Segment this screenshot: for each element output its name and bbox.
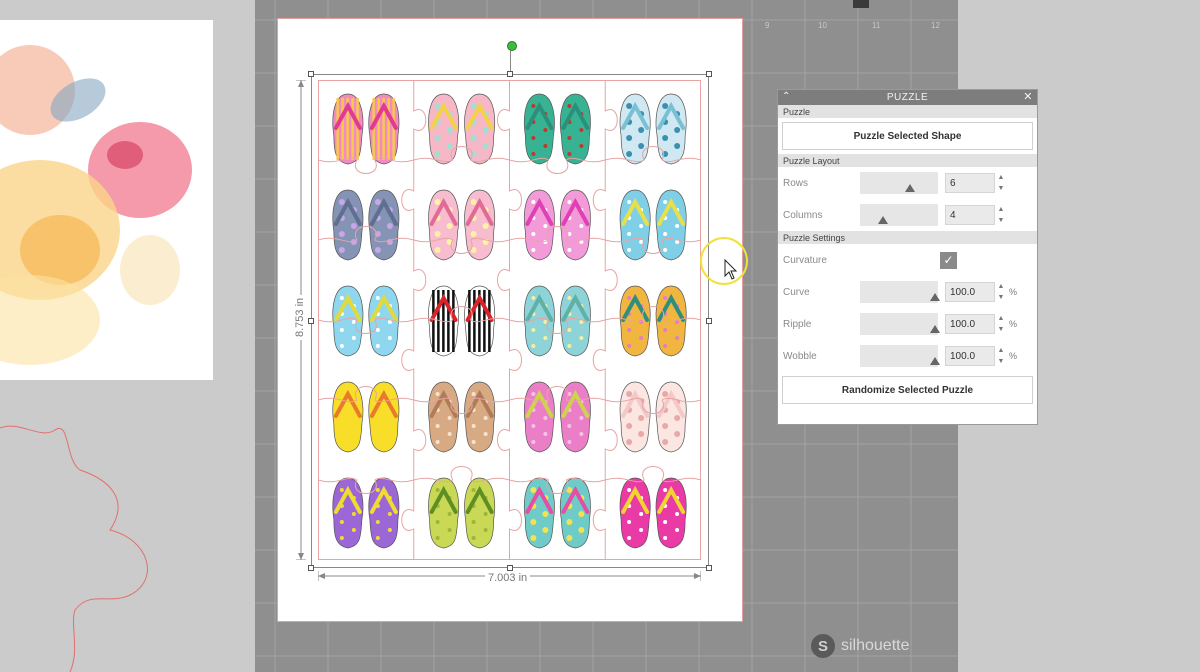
- ripple-label: Ripple: [783, 318, 812, 330]
- selection-box[interactable]: [311, 74, 709, 568]
- ripple-slider[interactable]: [860, 313, 940, 335]
- down-arrow-icon[interactable]: ▼: [998, 357, 1005, 366]
- curve-slider-thumb[interactable]: [930, 293, 940, 301]
- wobble-unit: %: [1009, 351, 1018, 361]
- silhouette-logo-icon: S: [811, 634, 835, 658]
- mat-ruler-number: 10: [818, 21, 827, 30]
- wobble-slider[interactable]: [860, 345, 940, 367]
- resize-handle-left[interactable]: [308, 318, 314, 324]
- wobble-spinner[interactable]: ▲ ▼: [997, 346, 1005, 366]
- resize-handle-top-right[interactable]: [706, 71, 712, 77]
- resize-handle-top[interactable]: [507, 71, 513, 77]
- rotation-line: [510, 50, 511, 72]
- wobble-slider-thumb[interactable]: [930, 357, 940, 365]
- curve-spinner[interactable]: ▲ ▼: [997, 282, 1005, 302]
- up-arrow-icon[interactable]: ▲: [998, 205, 1005, 214]
- up-arrow-icon[interactable]: ▲: [998, 173, 1005, 182]
- puzzle-selected-shape-button[interactable]: Puzzle Selected Shape: [782, 122, 1033, 150]
- brand-text: silhouette: [841, 637, 910, 654]
- curvature-row: Curvature ✓: [778, 244, 1037, 276]
- ripple-slider-thumb[interactable]: [930, 325, 940, 333]
- ripple-row: Ripple 100.0 ▲ ▼ %: [778, 308, 1037, 340]
- up-arrow-icon[interactable]: ▲: [998, 346, 1005, 355]
- panel-titlebar[interactable]: ⌃ PUZZLE ✕: [778, 90, 1037, 105]
- rotate-handle[interactable]: [507, 41, 517, 51]
- mat-ruler-number: 11: [872, 21, 881, 30]
- up-arrow-icon[interactable]: ▲: [998, 282, 1005, 291]
- down-arrow-icon[interactable]: ▼: [998, 184, 1005, 193]
- close-icon[interactable]: ✕: [1023, 90, 1033, 103]
- panel-title: PUZZLE: [886, 92, 929, 103]
- down-arrow-icon[interactable]: ▼: [998, 325, 1005, 334]
- canvas-workspace[interactable]: 9 10 11 12 S silhouette 7.003 in 8.753 in: [0, 0, 1200, 672]
- resize-handle-right[interactable]: [706, 318, 712, 324]
- mat-ruler-number: 12: [931, 21, 940, 30]
- wobble-row: Wobble 100.0 ▲ ▼ %: [778, 340, 1037, 372]
- columns-slider[interactable]: [860, 204, 938, 226]
- randomize-selected-puzzle-button[interactable]: Randomize Selected Puzzle: [782, 376, 1033, 404]
- ripple-spinner[interactable]: ▲ ▼: [997, 314, 1005, 334]
- down-arrow-icon[interactable]: ▼: [998, 293, 1005, 302]
- width-label: 7.003 in: [485, 572, 531, 584]
- section-header-puzzle: Puzzle: [778, 105, 1037, 118]
- columns-label: Columns: [783, 209, 823, 221]
- ripple-unit: %: [1009, 319, 1018, 329]
- curve-label: Curve: [783, 286, 810, 298]
- brand-watermark: S silhouette: [811, 634, 910, 658]
- resize-handle-bottom-right[interactable]: [706, 565, 712, 571]
- puzzle-panel: ⌃ PUZZLE ✕ Puzzle Puzzle Selected Shape …: [777, 89, 1038, 425]
- mat-notch: [853, 0, 869, 8]
- watercolor-flower-image[interactable]: [0, 20, 213, 380]
- wobble-label: Wobble: [783, 350, 817, 362]
- columns-input[interactable]: 4: [945, 205, 995, 225]
- curvature-label: Curvature: [783, 254, 827, 266]
- rows-slider-thumb[interactable]: [905, 184, 915, 192]
- curve-row: Curve 100.0 ▲ ▼ %: [778, 276, 1037, 308]
- wobble-input[interactable]: 100.0: [945, 346, 995, 366]
- rows-slider[interactable]: [860, 172, 938, 194]
- curvature-checkbox[interactable]: ✓: [940, 251, 957, 269]
- curve-input[interactable]: 100.0: [945, 282, 995, 302]
- rows-spinner[interactable]: ▲ ▼: [997, 173, 1005, 193]
- mouse-pointer-icon: [724, 259, 738, 280]
- curve-unit: %: [1009, 287, 1018, 297]
- down-arrow-icon[interactable]: ▼: [998, 216, 1005, 225]
- rows-row: Rows 6 ▲ ▼: [778, 167, 1037, 199]
- collapse-chevron-icon[interactable]: ⌃: [782, 91, 791, 102]
- columns-row: Columns 4 ▲ ▼: [778, 199, 1037, 231]
- resize-handle-top-left[interactable]: [308, 71, 314, 77]
- curve-slider[interactable]: [860, 281, 940, 303]
- section-header-settings: Puzzle Settings: [778, 231, 1037, 244]
- height-label: 8.753 in: [294, 294, 306, 340]
- rows-label: Rows: [783, 177, 809, 189]
- ripple-input[interactable]: 100.0: [945, 314, 995, 334]
- flower-outline-shape[interactable]: [0, 420, 170, 672]
- rows-input[interactable]: 6: [945, 173, 995, 193]
- columns-spinner[interactable]: ▲ ▼: [997, 205, 1005, 225]
- resize-handle-bottom-left[interactable]: [308, 565, 314, 571]
- columns-slider-thumb[interactable]: [878, 216, 888, 224]
- section-header-layout: Puzzle Layout: [778, 154, 1037, 167]
- mat-ruler-number: 9: [765, 21, 770, 30]
- up-arrow-icon[interactable]: ▲: [998, 314, 1005, 323]
